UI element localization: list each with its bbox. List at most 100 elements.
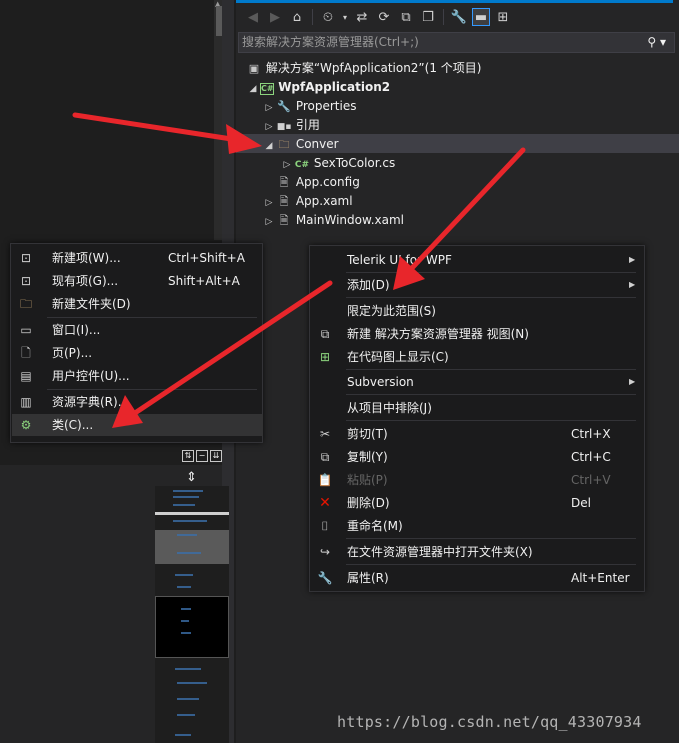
menu-item-delete[interactable]: ✕ 删除(D) Del [311, 492, 645, 514]
minimap-collapse-icon[interactable]: − [196, 450, 208, 462]
wrench-icon: 🔧 [317, 571, 333, 585]
menu-item-label: 新建 解决方案资源管理器 视图(N) [347, 327, 529, 341]
menu-item-resource-dictionary[interactable]: ▥ 资源字典(R)... [12, 391, 263, 413]
page-icon: 🗋 [21, 346, 31, 360]
menu-item-code-map[interactable]: ⊞ 在代码图上显示(C) [311, 346, 645, 368]
minimap-caret-line [155, 512, 229, 515]
menu-item-label: 属性(R) [347, 571, 389, 585]
show-all-files-icon[interactable]: ❐ [419, 8, 437, 26]
collapsed-arrow-icon[interactable]: ▷ [262, 213, 276, 232]
menu-item-shortcut: Ctrl+X [571, 427, 611, 441]
tree-item-conver-folder[interactable]: ◢ 🗀 Conver [262, 135, 339, 154]
minimap-expand-icon[interactable]: ⇊ [210, 450, 222, 462]
menu-item-rename[interactable]: ⌷ 重命名(M) [311, 515, 645, 537]
tree-item-properties[interactable]: ▷ 🔧 Properties [262, 97, 357, 116]
tree-item-label: Conver [295, 137, 339, 151]
menu-separator [47, 389, 257, 390]
menu-item-shortcut: Ctrl+Shift+A [168, 251, 245, 265]
xaml-icon: 🗎 [279, 195, 289, 208]
menu-item-window[interactable]: ▭ 窗口(I)... [12, 319, 263, 341]
menu-item-label: 从项目中排除(J) [347, 401, 432, 415]
menu-item-paste: 📋 粘贴(P) Ctrl+V [311, 469, 645, 491]
minimap-split-icon[interactable]: ⇅ [182, 450, 194, 462]
minimap-viewport[interactable] [155, 596, 229, 658]
menu-scroll-indicator [310, 593, 650, 597]
menu-item-exclude[interactable]: 从项目中排除(J) [311, 397, 645, 419]
menu-item-subversion[interactable]: Subversion ▶ [311, 371, 645, 393]
menu-item-shortcut: Del [571, 496, 591, 510]
menu-item-label: 复制(Y) [347, 450, 388, 464]
solution-icon: ▣ [248, 62, 260, 75]
new-item-icon: ⊡ [20, 251, 32, 265]
csharp-project-icon: C# [260, 83, 274, 95]
menu-item-label: 在代码图上显示(C) [347, 350, 449, 364]
expanded-arrow-icon[interactable]: ◢ [246, 80, 260, 99]
config-icon: 🗎 [279, 176, 289, 189]
properties-wrench-icon[interactable]: 🔧 [450, 8, 468, 26]
menu-item-cut[interactable]: ✂ 剪切(T) Ctrl+X [311, 423, 645, 445]
new-view-icon: ⧉ [320, 327, 330, 341]
sync-active-document-icon[interactable]: ⇄ [353, 8, 371, 26]
menu-item-new-item[interactable]: ⊡ 新建项(W)... Ctrl+Shift+A [12, 247, 263, 269]
delete-icon: ✕ [319, 495, 331, 511]
back-icon[interactable]: ◀ [244, 8, 262, 26]
menu-item-label: 新建项(W)... [52, 251, 121, 265]
menu-item-telerik[interactable]: Telerik UI for WPF ▶ [311, 249, 645, 271]
menu-item-label: 粘贴(P) [347, 473, 388, 487]
collapse-all-icon[interactable]: ⧉ [397, 8, 415, 26]
menu-item-new-view[interactable]: ⧉ 新建 解决方案资源管理器 视图(N) [311, 323, 645, 345]
tree-item-label: SexToColor.cs [313, 156, 396, 170]
menu-item-label: 类(C)... [52, 418, 94, 432]
submenu-arrow-icon: ▶ [629, 280, 636, 289]
class-view-icon[interactable]: ⊞ [494, 8, 512, 26]
tree-item-project[interactable]: ◢ C# WpfApplication2 [246, 78, 390, 97]
dropdown-arrow-icon[interactable]: ▾ [341, 8, 349, 26]
tree-item-sextocolor[interactable]: ▷ C# SexToColor.cs [280, 154, 396, 173]
splitter-handle-icon[interactable]: ⇕ [186, 470, 197, 485]
refresh-icon[interactable]: ⟳ [375, 8, 393, 26]
tree-item-app-xaml[interactable]: ▷ 🗎 App.xaml [262, 192, 353, 211]
paste-icon: 📋 [317, 473, 333, 487]
home-icon[interactable]: ⌂ [288, 8, 306, 26]
forward-icon[interactable]: ▶ [266, 8, 284, 26]
folder-icon: 🗀 [278, 138, 290, 151]
minimap-controls: ⇅ − ⇊ [182, 450, 222, 464]
tree-item-app-config[interactable]: 🗎 App.config [276, 173, 360, 192]
menu-item-shortcut: Ctrl+V [571, 473, 611, 487]
menu-item-add[interactable]: 添加(D) ▶ [311, 274, 645, 296]
menu-item-user-control[interactable]: ▤ 用户控件(U)... [12, 365, 263, 387]
new-folder-icon: 🗀 [19, 297, 32, 311]
tree-item-solution[interactable]: ▣ 解决方案“WpfApplication2”(1 个项目) [246, 59, 482, 78]
menu-item-label: Subversion [347, 375, 414, 389]
menu-item-open-in-explorer[interactable]: ↪ 在文件资源管理器中打开文件夹(X) [311, 541, 645, 563]
menu-item-label: 重命名(M) [347, 519, 403, 533]
tree-item-references[interactable]: ▷ ■▪ 引用 [262, 116, 320, 135]
preview-selected-items-icon[interactable]: ▬ [472, 8, 490, 26]
toolbar-separator [312, 9, 313, 25]
submenu-arrow-icon: ▶ [629, 377, 636, 386]
search-icon[interactable]: ⚲ ▾ [647, 33, 666, 52]
menu-item-existing-item[interactable]: ⊡ 现有项(G)... Shift+Alt+A [12, 270, 263, 292]
menu-item-properties[interactable]: 🔧 属性(R) Alt+Enter [311, 567, 645, 589]
pending-changes-filter-icon[interactable]: ⏲ [319, 8, 337, 26]
menu-item-copy[interactable]: ⧉ 复制(Y) Ctrl+C [311, 446, 645, 468]
class-icon: ⚙ [20, 418, 32, 432]
wrench-icon: 🔧 [277, 100, 291, 113]
menu-separator [346, 394, 636, 395]
menu-item-label: 现有项(G)... [52, 274, 119, 288]
code-minimap[interactable] [155, 486, 229, 743]
menu-item-label: 在文件资源管理器中打开文件夹(X) [347, 545, 533, 559]
existing-item-icon: ⊡ [20, 274, 32, 288]
menu-item-shortcut: Shift+Alt+A [168, 274, 240, 288]
menu-item-class[interactable]: ⚙ 类(C)... [12, 414, 263, 436]
menu-item-new-folder[interactable]: 🗀 新建文件夹(D) [12, 293, 263, 315]
expanded-arrow-icon[interactable]: ◢ [262, 137, 276, 156]
menu-item-page[interactable]: 🗋 页(P)... [12, 342, 263, 364]
menu-item-scope[interactable]: 限定为此范围(S) [311, 300, 645, 322]
context-menu: Telerik UI for WPF ▶ 添加(D) ▶ 限定为此范围(S) ⧉… [309, 245, 645, 592]
menu-separator [346, 297, 636, 298]
window-icon: ▭ [20, 323, 32, 337]
open-folder-icon: ↪ [319, 545, 331, 559]
solution-explorer-search-input[interactable]: 搜索解决方案资源管理器(Ctrl+;) ⚲ ▾ [238, 32, 675, 53]
tree-item-mainwindow-xaml[interactable]: ▷ 🗎 MainWindow.xaml [262, 211, 404, 230]
